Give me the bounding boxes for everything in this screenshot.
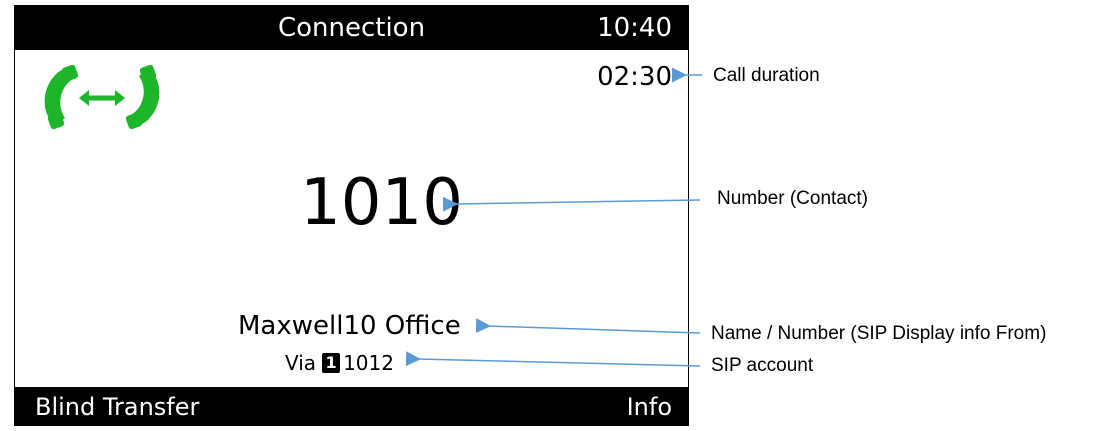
name-arrow <box>475 318 701 334</box>
name-annotation: Name / Number (SIP Display info From) <box>711 323 1047 344</box>
call-duration-annotation: Call duration <box>713 65 820 86</box>
sip-account-arrow <box>405 351 701 367</box>
sip-account-annotation: SIP account <box>711 355 814 376</box>
number-arrow <box>442 196 701 212</box>
annotation-arrows <box>405 67 702 367</box>
number-annotation: Number (Contact) <box>717 188 868 209</box>
